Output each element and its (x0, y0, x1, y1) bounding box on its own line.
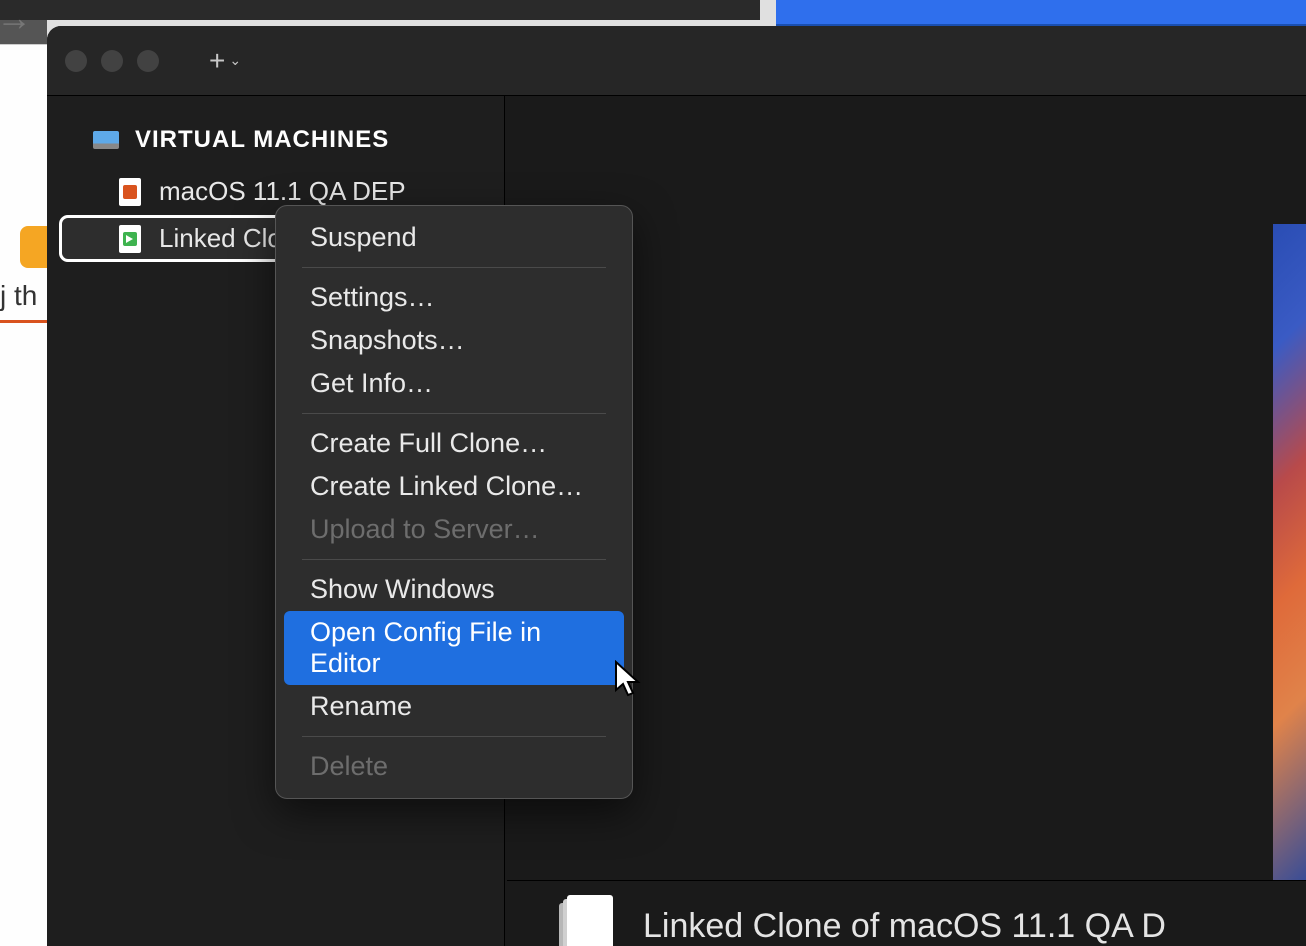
background-orange-underline (0, 320, 47, 323)
vm-context-menu: Suspend Settings… Snapshots… Get Info… C… (275, 205, 633, 799)
content-split: VIRTUAL MACHINES macOS 11.1 QA DEP Linke… (47, 96, 1306, 946)
sidebar-group-label: VIRTUAL MACHINES (135, 126, 389, 154)
menu-separator (302, 559, 606, 560)
background-top-strip (0, 0, 760, 20)
add-button[interactable]: + ⌄ (209, 45, 241, 77)
menu-open-config[interactable]: Open Config File in Editor (284, 611, 624, 685)
background-blue-titlebar (776, 0, 1306, 26)
vm-footer: Linked Clone of macOS 11.1 QA D (507, 880, 1306, 946)
chevron-down-icon: ⌄ (229, 52, 241, 69)
menu-upload-to-server: Upload to Server… (284, 508, 624, 551)
back-arrow-icon: → (0, 0, 32, 39)
menu-rename[interactable]: Rename (284, 685, 624, 728)
vm-item-label: macOS 11.1 QA DEP (159, 176, 406, 207)
menu-separator (302, 413, 606, 414)
vm-file-icon (119, 225, 141, 253)
menu-snapshots[interactable]: Snapshots… (284, 319, 624, 362)
plus-icon: + (209, 45, 225, 77)
close-icon[interactable] (65, 50, 87, 72)
stacked-pages-icon (559, 895, 613, 946)
sidebar-group-header: VIRTUAL MACHINES (47, 126, 504, 168)
window-titlebar: + ⌄ (47, 26, 1306, 96)
background-orange-pill (20, 226, 47, 268)
monitor-icon (93, 131, 119, 149)
zoom-icon[interactable] (137, 50, 159, 72)
vm-file-icon (119, 178, 141, 206)
background-left-panel (0, 44, 47, 946)
vm-manager-window: + ⌄ VIRTUAL MACHINES macOS 11.1 QA DEP L… (47, 26, 1306, 946)
minimize-icon[interactable] (101, 50, 123, 72)
vm-preview: Choose Your Select an appearance and see… (1273, 224, 1306, 890)
vm-footer-title: Linked Clone of macOS 11.1 QA D (643, 907, 1166, 946)
background-partial-text: j th (0, 280, 47, 312)
menu-settings[interactable]: Settings… (284, 276, 624, 319)
menu-show-windows[interactable]: Show Windows (284, 568, 624, 611)
menu-create-linked-clone[interactable]: Create Linked Clone… (284, 465, 624, 508)
menu-separator (302, 736, 606, 737)
menu-separator (302, 267, 606, 268)
menu-suspend[interactable]: Suspend (284, 216, 624, 259)
menu-get-info[interactable]: Get Info… (284, 362, 624, 405)
menu-delete: Delete (284, 745, 624, 788)
menu-create-full-clone[interactable]: Create Full Clone… (284, 422, 624, 465)
